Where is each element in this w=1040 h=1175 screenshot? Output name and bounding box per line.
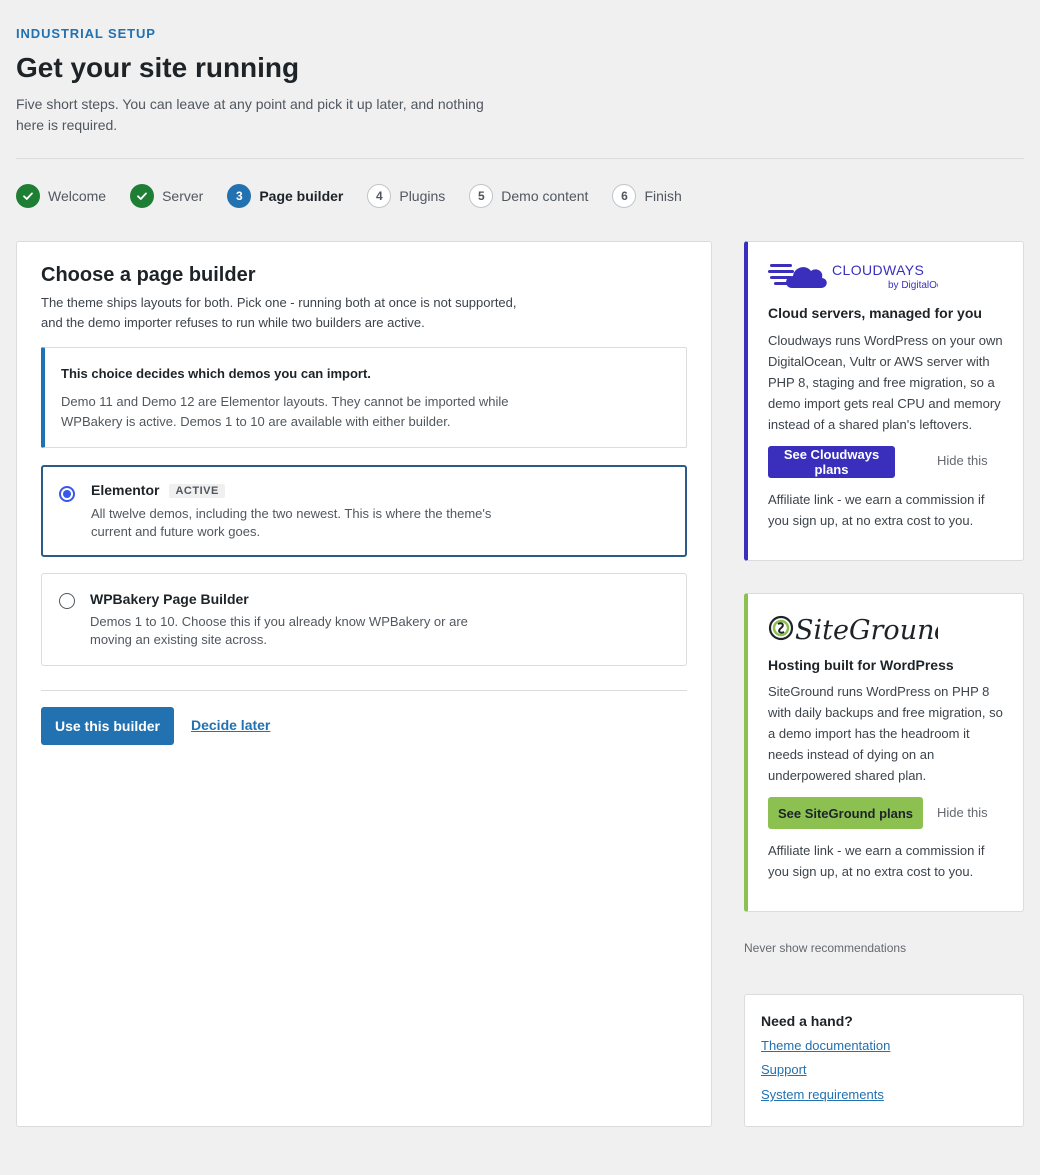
step-welcome[interactable]: Welcome xyxy=(16,184,106,208)
step-finish[interactable]: 6 Finish xyxy=(612,184,682,208)
step-page-builder[interactable]: 3 Page builder xyxy=(227,184,343,208)
option-title: Elementor ACTIVE xyxy=(91,482,225,498)
cloudways-logo-sub: by DigitalOcean xyxy=(888,280,938,291)
notice-title: This choice decides which demos you can … xyxy=(61,366,371,381)
decide-later-link[interactable]: Decide later xyxy=(191,717,270,733)
step-label: Welcome xyxy=(48,188,107,204)
step-label: Plugins xyxy=(399,188,446,204)
radio-elementor[interactable] xyxy=(59,486,75,502)
step-plugins[interactable]: 4 Plugins xyxy=(367,184,445,208)
option-title: WPBakery Page Builder xyxy=(90,591,249,607)
check-icon xyxy=(16,184,40,208)
siteground-logo: SiteGround xyxy=(768,610,952,651)
header-divider xyxy=(16,158,1024,159)
step-label: Finish xyxy=(644,188,682,204)
check-icon xyxy=(130,184,155,208)
see-siteground-plans-button[interactable]: See SiteGround plans xyxy=(768,797,923,829)
step-demo-content[interactable]: 5 Demo content xyxy=(469,184,588,208)
page-subtitle: Five short steps. You can leave at any p… xyxy=(16,96,484,133)
card-title: Choose a page builder xyxy=(41,264,256,286)
step-label: Page builder xyxy=(259,188,344,204)
promo-title: Hosting built for WordPress xyxy=(768,657,954,673)
see-cloudways-plans-button[interactable]: See Cloudways plans xyxy=(768,446,895,478)
option-elementor[interactable]: Elementor ACTIVE All twelve demos, includ… xyxy=(41,465,687,557)
notice-body: Demo 11 and Demo 12 are Elementor layout… xyxy=(61,394,509,429)
cloudways-promo: CLOUDWAYS by DigitalOcean Cloud servers,… xyxy=(744,241,1024,561)
theme-documentation-link[interactable]: Theme documentation xyxy=(761,1038,890,1053)
cloudways-logo-text: CLOUDWAYS xyxy=(832,262,924,278)
step-label: Demo content xyxy=(501,188,589,204)
help-card: Need a hand? Theme documentation Support… xyxy=(744,994,1024,1127)
hide-cloudways-link[interactable]: Hide this xyxy=(937,453,988,468)
page-builder-card: Choose a page builder The theme ships la… xyxy=(16,241,712,1127)
hide-siteground-link[interactable]: Hide this xyxy=(937,805,988,820)
promo-title: Cloud servers, managed for you xyxy=(768,305,982,321)
card-divider xyxy=(41,690,687,691)
affiliate-note: Affiliate link - we earn a commission if… xyxy=(768,843,985,879)
step-number: 3 xyxy=(227,184,252,208)
support-link[interactable]: Support xyxy=(761,1062,807,1077)
siteground-promo: SiteGround Hosting built for WordPress S… xyxy=(744,593,1024,912)
active-badge: ACTIVE xyxy=(169,484,225,498)
setup-steps: Welcome Server 3 Page builder 4 Plugins … xyxy=(16,184,706,208)
step-number: 5 xyxy=(469,184,494,208)
option-description: All twelve demos, including the two newe… xyxy=(91,506,492,539)
cloudways-logo: CLOUDWAYS by DigitalOcean xyxy=(768,258,959,297)
setup-eyebrow: INDUSTRIAL SETUP xyxy=(16,26,156,41)
option-title-text: Elementor xyxy=(91,482,160,498)
step-number: 6 xyxy=(612,184,637,208)
use-builder-button[interactable]: Use this builder xyxy=(41,707,174,745)
system-requirements-link[interactable]: System requirements xyxy=(761,1087,884,1102)
option-description: Demos 1 to 10. Choose this if you alread… xyxy=(90,614,468,647)
promo-body: Cloudways runs WordPress on your own Dig… xyxy=(768,333,1003,432)
affiliate-note: Affiliate link - we earn a commission if… xyxy=(768,492,985,528)
page-title: Get your site running xyxy=(16,52,300,83)
promo-body: SiteGround runs WordPress on PHP 8 with … xyxy=(768,684,1003,783)
step-label: Server xyxy=(162,188,204,204)
help-title: Need a hand? xyxy=(761,1013,853,1029)
step-number: 4 xyxy=(367,184,392,208)
never-show-recommendations-link[interactable]: Never show recommendations xyxy=(744,941,906,955)
option-wpbakery[interactable]: WPBakery Page Builder Demos 1 to 10. Cho… xyxy=(41,573,687,666)
step-server[interactable]: Server xyxy=(130,184,203,208)
siteground-logo-text: SiteGround xyxy=(795,615,938,646)
radio-wpbakery[interactable] xyxy=(59,593,75,609)
demo-notice: This choice decides which demos you can … xyxy=(41,347,687,448)
card-intro: The theme ships layouts for both. Pick o… xyxy=(41,295,517,330)
